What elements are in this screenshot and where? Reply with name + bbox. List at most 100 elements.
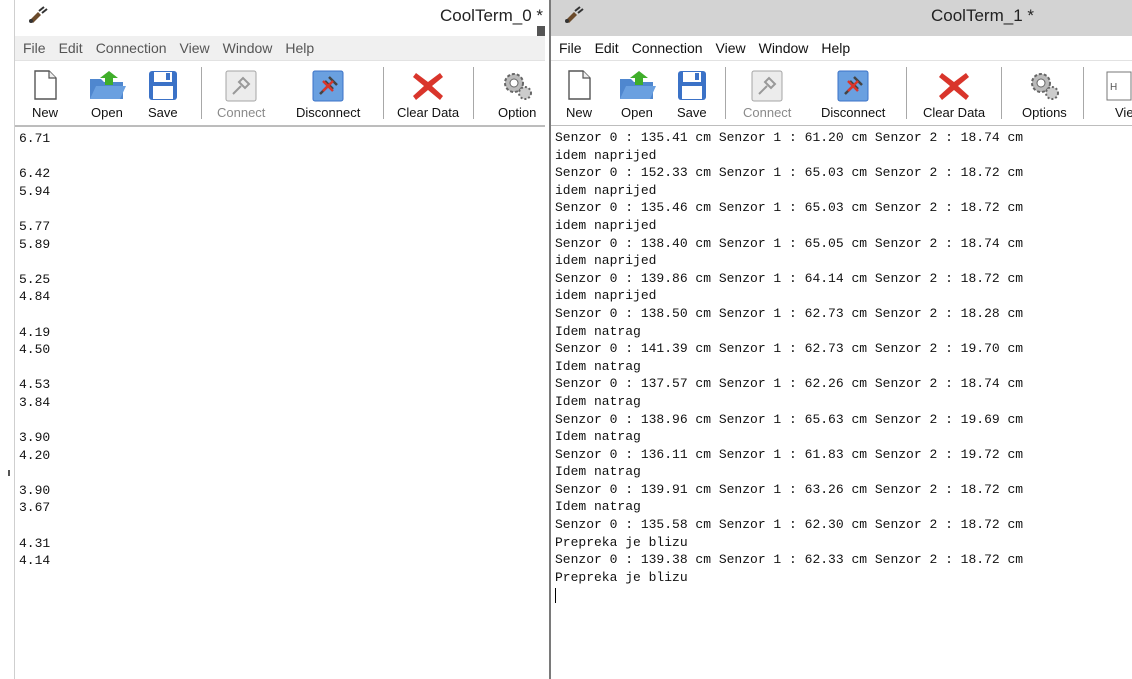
terminal-line: 4.31: [19, 535, 51, 551]
menu-edit[interactable]: Edit: [59, 40, 83, 56]
terminal-line: 5.25: [19, 271, 51, 287]
new-file-icon: [568, 70, 591, 100]
connect-plug-icon: [225, 70, 257, 102]
disconnect-button[interactable]: Disconnect: [810, 61, 896, 125]
connect-label: Connect: [743, 105, 792, 120]
disconnect-plug-icon: [312, 70, 344, 102]
clear-data-button[interactable]: Clear Data: [919, 61, 989, 125]
new-button[interactable]: New: [559, 61, 599, 125]
connect-label: Connect: [217, 105, 266, 120]
disconnect-label: Disconnect: [296, 105, 361, 120]
terminal-cursor-line: [555, 586, 1130, 604]
terminal-output[interactable]: Senzor 0 : 135.41 cm Senzor 1 : 61.20 cm…: [551, 126, 1132, 679]
menu-file[interactable]: File: [23, 40, 46, 56]
terminal-line: Senzor 0 : 138.50 cm Senzor 1 : 62.73 cm…: [555, 305, 1024, 321]
menu-connection[interactable]: Connection: [632, 40, 703, 56]
terminal-line: Senzor 0 : 139.86 cm Senzor 1 : 64.14 cm…: [555, 270, 1024, 286]
desktop-gutter: [0, 0, 14, 679]
terminal-line: Prepreka je blizu: [555, 534, 688, 550]
terminal-line: Senzor 0 : 139.38 cm Senzor 1 : 62.33 cm…: [555, 552, 1024, 568]
text-cursor: [555, 587, 556, 603]
disconnect-button[interactable]: Disconnect: [285, 61, 371, 125]
red-x-icon: [939, 73, 969, 100]
terminal-line: Senzor 0 : 135.46 cm Senzor 1 : 65.03 cm…: [555, 200, 1024, 216]
toolbar: New Open Save Connect Disconnect Clear D…: [15, 61, 545, 126]
new-button[interactable]: New: [25, 61, 65, 125]
terminal-line: idem naprijed: [555, 253, 657, 269]
window-title: CoolTerm_0 *: [440, 6, 543, 25]
window-title: CoolTerm_1 *: [931, 6, 1034, 25]
open-folder-icon: [620, 71, 656, 99]
options-label: Options: [1022, 105, 1067, 120]
terminal-line: 5.89: [19, 236, 51, 252]
terminal-line: 5.77: [19, 218, 51, 234]
menu-connection[interactable]: Connection: [96, 40, 167, 56]
open-button[interactable]: Open: [87, 61, 127, 125]
options-button[interactable]: Options: [1013, 61, 1075, 125]
save-button[interactable]: Save: [143, 61, 183, 125]
terminal-line: Idem natrag: [555, 393, 641, 409]
options-label: Option: [498, 105, 537, 120]
disconnect-plug-icon: [837, 70, 869, 102]
clear-data-button[interactable]: Clear Data: [395, 61, 461, 125]
plug-icon: [565, 6, 584, 23]
new-file-icon: [34, 70, 57, 100]
menu-edit[interactable]: Edit: [595, 40, 619, 56]
clear-data-label: Clear Data: [397, 105, 460, 120]
view-label: Vie: [1115, 105, 1132, 120]
terminal-line: Senzor 0 : 141.39 cm Senzor 1 : 62.73 cm…: [555, 341, 1024, 357]
new-label: New: [566, 105, 593, 120]
terminal-line: Senzor 0 : 152.33 cm Senzor 1 : 65.03 cm…: [555, 165, 1024, 181]
save-label: Save: [148, 105, 178, 120]
terminal-line: Senzor 0 : 135.41 cm Senzor 1 : 61.20 cm…: [555, 130, 1024, 145]
menu-view[interactable]: View: [716, 40, 746, 56]
terminal-line: 3.90: [19, 430, 51, 446]
terminal-line: idem naprijed: [555, 182, 657, 198]
plug-icon: [29, 6, 48, 23]
save-button[interactable]: Save: [672, 61, 712, 125]
terminal-line: 3.90: [19, 482, 51, 498]
terminal-line: Prepreka je blizu: [555, 569, 688, 585]
terminal-line: idem naprijed: [555, 147, 657, 163]
toolbar-separator: [201, 67, 202, 119]
terminal-line: 4.20: [19, 447, 51, 463]
title-bar[interactable]: CoolTerm_0 *: [15, 0, 545, 36]
menu-window[interactable]: Window: [223, 40, 273, 56]
window-edge-control: [537, 26, 545, 36]
menu-file[interactable]: File: [559, 40, 582, 56]
view-hex-icon: H: [1106, 71, 1132, 101]
disconnect-label: Disconnect: [821, 105, 886, 120]
connect-plug-icon: [751, 70, 783, 102]
open-folder-icon: [90, 71, 126, 99]
title-bar[interactable]: CoolTerm_1 *: [551, 0, 1132, 36]
toolbar-separator: [473, 67, 474, 119]
terminal-line: 6.42: [19, 166, 51, 182]
terminal-output[interactable]: 6.71 6.42 5.94 5.77 5.89 5.25 4.84 4.19 4.50 4.53…: [15, 126, 545, 679]
connect-button[interactable]: Connect: [211, 61, 271, 125]
terminal-line: Idem natrag: [555, 499, 641, 515]
menu-view[interactable]: View: [180, 40, 210, 56]
menu-help[interactable]: Help: [285, 40, 314, 56]
terminal-line: 4.19: [19, 324, 51, 340]
coolterm-window-1: CoolTerm_1 * File Edit Connection View W…: [549, 0, 1132, 679]
view-button[interactable]: H Vie: [1091, 61, 1132, 125]
terminal-line: Senzor 0 : 137.57 cm Senzor 1 : 62.26 cm…: [555, 376, 1024, 392]
clear-data-label: Clear Data: [923, 105, 986, 120]
toolbar-separator: [725, 67, 726, 119]
connect-button[interactable]: Connect: [737, 61, 797, 125]
menu-help[interactable]: Help: [821, 40, 850, 56]
terminal-line: 5.94: [19, 183, 51, 199]
toolbar-separator: [1001, 67, 1002, 119]
options-button[interactable]: Option: [489, 61, 545, 125]
menu-window[interactable]: Window: [759, 40, 809, 56]
menu-bar: File Edit Connection View Window Help: [551, 36, 1132, 61]
terminal-line: 6.71: [19, 131, 51, 146]
terminal-line: Idem natrag: [555, 358, 641, 374]
save-label: Save: [677, 105, 707, 120]
gutter-mark: [8, 470, 10, 476]
open-button[interactable]: Open: [617, 61, 657, 125]
